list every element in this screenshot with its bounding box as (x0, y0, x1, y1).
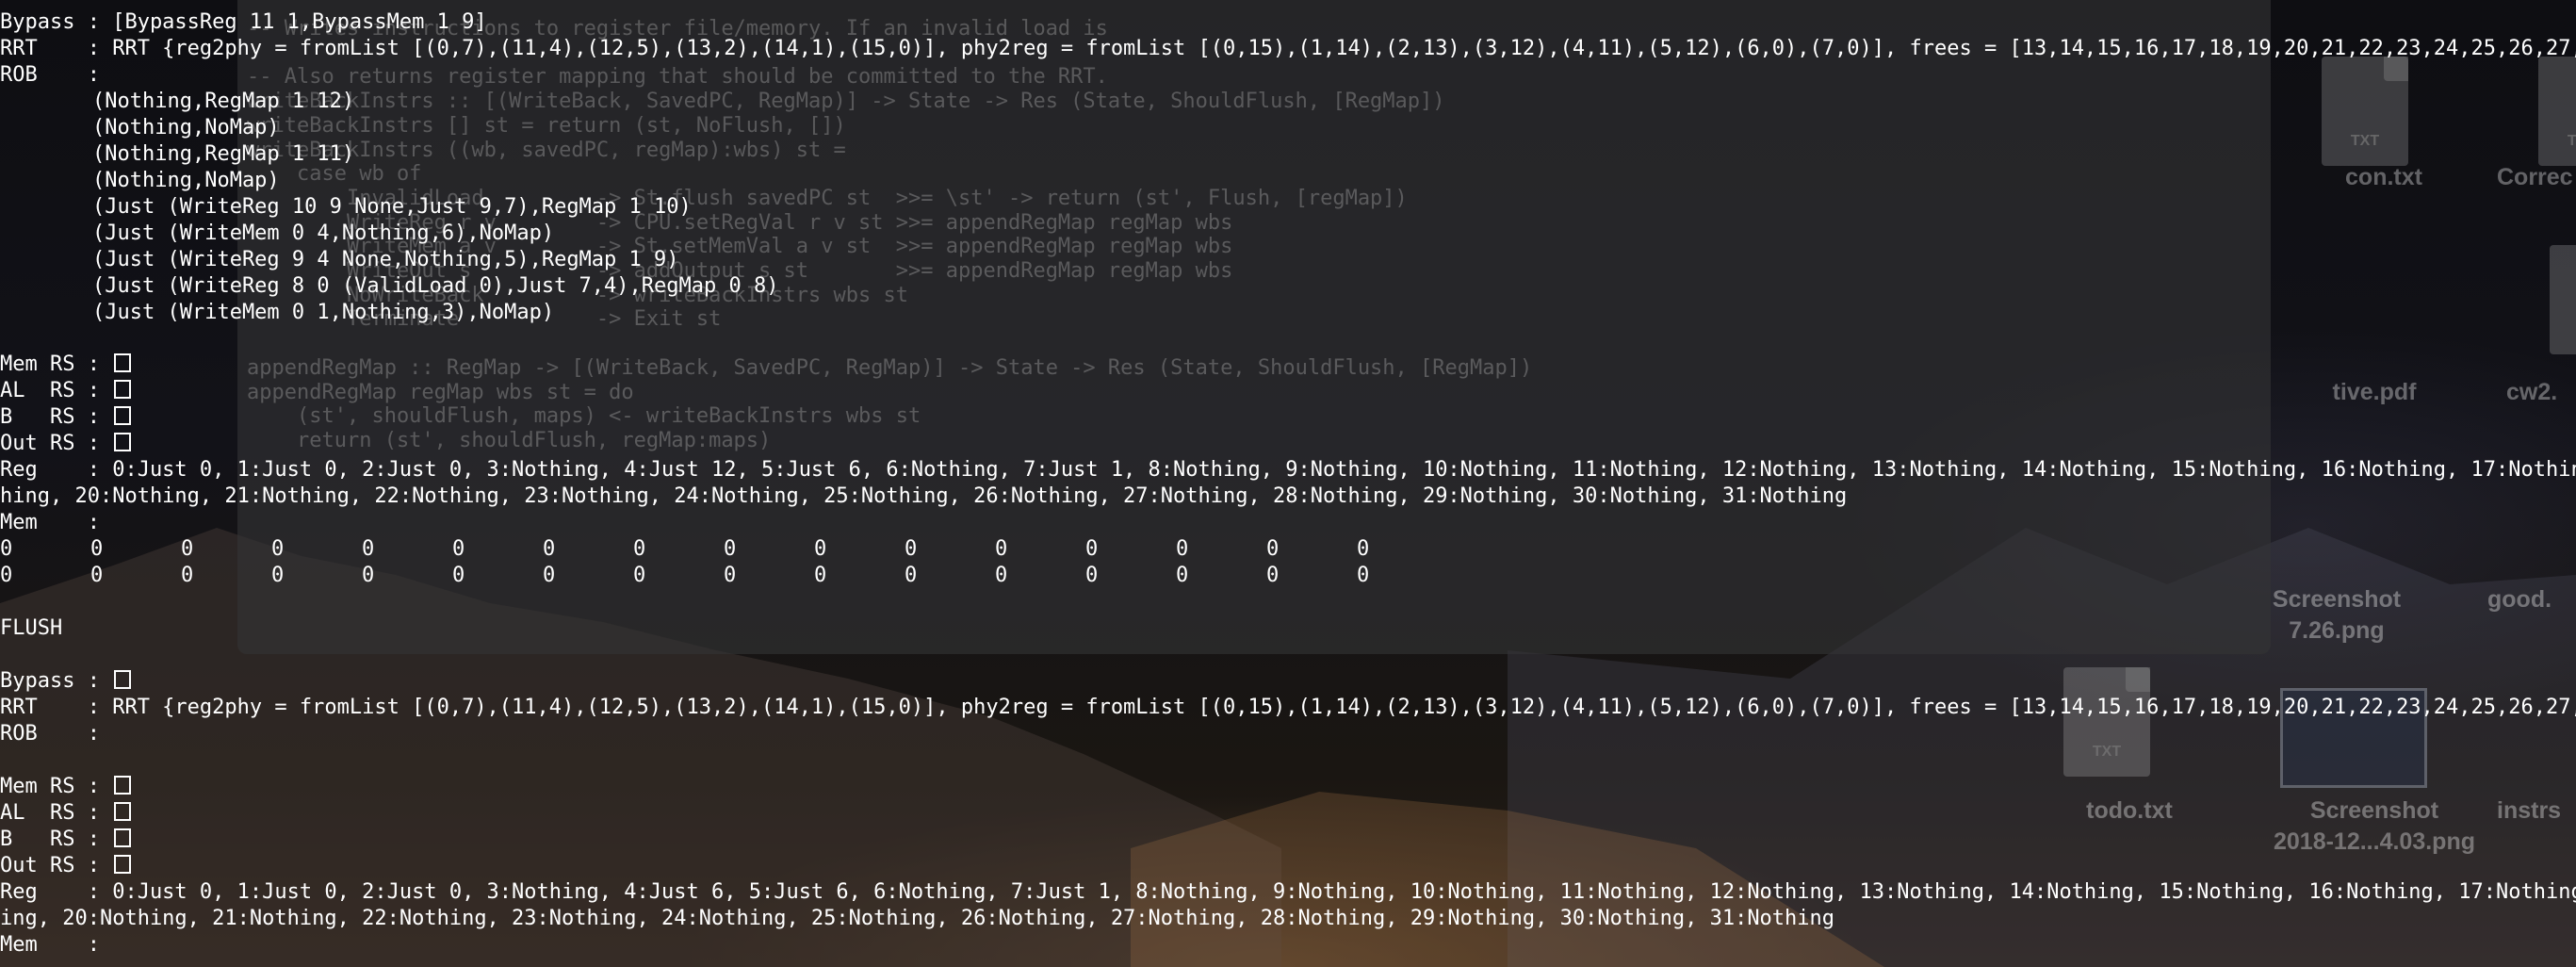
out-rs-label: Out RS : (0, 432, 100, 455)
out-rs-line: Out RS : (0, 431, 132, 457)
memory-cell: 0 (1176, 537, 1189, 561)
empty-box-icon (114, 855, 132, 874)
empty-box-icon (114, 802, 132, 821)
rob-entry: (Just (WriteReg 9 4 None,Nothing,5),RegM… (92, 248, 679, 271)
bypass-line-2: Bypass : (0, 668, 132, 695)
al-rs-label: AL RS : (0, 379, 100, 402)
mem-rs-line-2: Mem RS : (0, 774, 132, 800)
memory-cell: 0 (362, 537, 375, 561)
reg-line-2: Reg : 0:Just 0, 1:Just 0, 2:Just 0, 3:No… (0, 880, 2576, 904)
rob-entry: (Nothing,RegMap 1 11) (92, 142, 355, 166)
memory-cell: 0 (90, 537, 104, 561)
memory-cell: 0 (1085, 537, 1099, 561)
mem-label-2: Mem : (0, 933, 100, 957)
memory-cell: 0 (1266, 537, 1280, 561)
mem-rs-label: Mem RS : (0, 775, 100, 798)
memory-cell: 0 (0, 537, 13, 561)
rrt-line: RRT : RRT {reg2phy = fromList [(0,7),(11… (0, 37, 2576, 60)
empty-box-icon (114, 828, 132, 847)
out-rs-line-2: Out RS : (0, 853, 132, 879)
rob-entry: (Just (WriteMem 0 1,Nothing,3),NoMap) (92, 301, 555, 324)
memory-cell: 0 (0, 564, 13, 587)
memory-cell: 0 (181, 564, 194, 587)
rob-entry: (Just (WriteReg 8 0 (ValidLoad 0),Just 7… (92, 274, 779, 298)
flush-line: FLUSH (0, 616, 63, 640)
memory-cell: 0 (995, 537, 1008, 561)
rob-entry: (Just (WriteReg 10 9 None,Just 9,7),RegM… (92, 195, 692, 219)
al-rs-line: AL RS : (0, 378, 132, 404)
out-rs-label: Out RS : (0, 854, 100, 877)
b-rs-line-2: B RS : (0, 827, 132, 853)
memory-cell: 0 (633, 537, 646, 561)
empty-box-icon (114, 353, 132, 372)
memory-cell: 0 (905, 537, 918, 561)
memory-cell: 0 (633, 564, 646, 587)
rob-entry: (Nothing,NoMap) (92, 169, 280, 192)
empty-box-icon (114, 776, 132, 795)
al-rs-label: AL RS : (0, 801, 100, 825)
rob-entry: (Nothing,NoMap) (92, 116, 280, 139)
al-rs-line-2: AL RS : (0, 800, 132, 827)
memory-cell: 0 (90, 564, 104, 587)
memory-cell: 0 (543, 537, 556, 561)
memory-cell: 0 (452, 537, 465, 561)
memory-cell: 0 (995, 564, 1008, 587)
reg-line-wrap-2: ing, 20:Nothing, 21:Nothing, 22:Nothing,… (0, 907, 1835, 930)
memory-cell: 0 (1176, 564, 1189, 587)
memory-cell: 0 (1085, 564, 1099, 587)
memory-cell: 0 (905, 564, 918, 587)
rob-entry: (Nothing,RegMap 1 12) (92, 90, 355, 113)
b-rs-line: B RS : (0, 404, 132, 431)
b-rs-label: B RS : (0, 405, 100, 429)
memory-cell: 0 (271, 564, 285, 587)
rob-label-2: ROB : (0, 722, 100, 746)
b-rs-label: B RS : (0, 828, 100, 851)
memory-cell: 0 (452, 564, 465, 587)
rob-label: ROB : (0, 63, 100, 87)
rrt-line-2: RRT : RRT {reg2phy = fromList [(0,7),(11… (0, 696, 2576, 719)
memory-cell: 0 (724, 537, 737, 561)
bypass-line: Bypass : [BypassReg 11 1,BypassMem 1 9] (0, 10, 487, 34)
memory-cell: 0 (724, 564, 737, 587)
bypass-label: Bypass : (0, 669, 100, 693)
memory-cell: 0 (181, 537, 194, 561)
memory-cell: 0 (1266, 564, 1280, 587)
rob-entry: (Just (WriteMem 0 4,Nothing,6),NoMap) (92, 221, 555, 245)
reg-line-wrap: hing, 20:Nothing, 21:Nothing, 22:Nothing… (0, 484, 1848, 508)
memory-cell: 0 (814, 564, 827, 587)
memory-cell: 0 (362, 564, 375, 587)
empty-box-icon (114, 670, 132, 689)
memory-cell: 0 (271, 537, 285, 561)
empty-box-icon (114, 406, 132, 425)
memory-cell: 0 (543, 564, 556, 587)
memory-cell: 0 (814, 537, 827, 561)
mem-label: Mem : (0, 511, 100, 534)
memory-cell: 0 (1357, 537, 1370, 561)
terminal-output[interactable]: Bypass : [BypassReg 11 1,BypassMem 1 9] … (0, 0, 2576, 967)
mem-rs-line: Mem RS : (0, 352, 132, 378)
memory-cell: 0 (1357, 564, 1370, 587)
mem-rs-label: Mem RS : (0, 352, 100, 376)
reg-line: Reg : 0:Just 0, 1:Just 0, 2:Just 0, 3:No… (0, 458, 2576, 482)
empty-box-icon (114, 380, 132, 399)
empty-box-icon (114, 433, 132, 451)
